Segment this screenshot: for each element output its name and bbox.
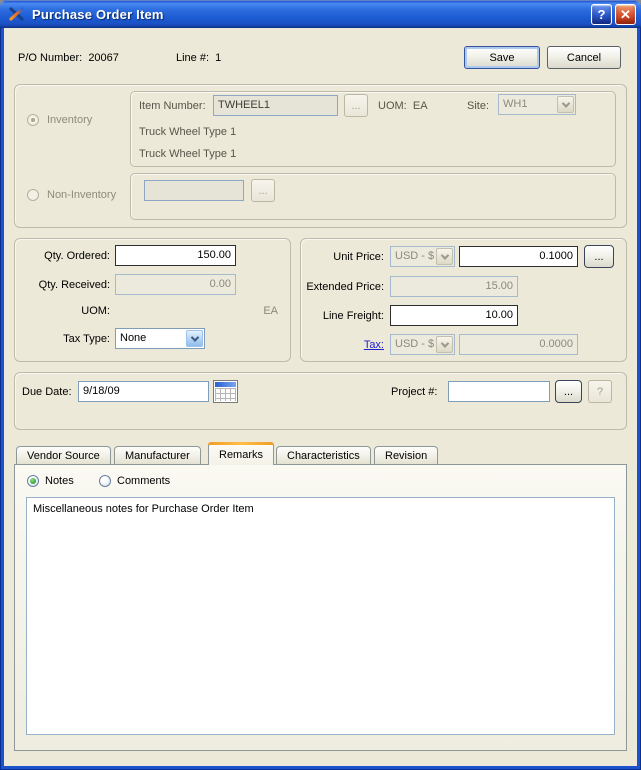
extended-price-field: 15.00 <box>390 276 518 297</box>
item-uom: UOM: EA <box>378 100 428 113</box>
tax-currency-drop <box>436 336 453 353</box>
price-list-button[interactable]: ... <box>584 245 614 268</box>
uom-label: UOM: <box>81 305 110 317</box>
chevron-down-icon <box>190 332 199 342</box>
qty-received-field: 0.00 <box>115 274 236 295</box>
tab-characteristics[interactable]: Characteristics <box>276 446 371 465</box>
po-number: P/O Number: 20067 <box>18 52 119 65</box>
due-date-field[interactable]: 9/18/09 <box>78 381 209 402</box>
project-browse-button[interactable]: ... <box>555 380 582 403</box>
po-number-value: 20067 <box>88 52 119 64</box>
calendar-icon[interactable] <box>213 380 238 403</box>
calendar-icon-grid <box>215 388 236 401</box>
due-date-label: Due Date: <box>22 386 72 398</box>
chevron-down-icon <box>561 98 570 108</box>
site-combo: WH1 <box>498 94 576 115</box>
project-field[interactable] <box>448 381 550 402</box>
item-browse-button: ... <box>344 94 368 117</box>
line-freight-label: Line Freight: <box>322 310 384 322</box>
cancel-button[interactable]: Cancel <box>547 46 621 69</box>
qty-received-label: Qty. Received: <box>38 279 110 291</box>
item-description-2: Truck Wheel Type 1 <box>139 148 237 160</box>
notes-radio-label: Notes <box>45 475 74 487</box>
item-uom-label: UOM: <box>378 100 407 112</box>
unit-price-label: Unit Price: <box>333 251 384 263</box>
non-inventory-radio <box>27 189 39 201</box>
notes-textarea[interactable]: Miscellaneous notes for Purchase Order I… <box>26 497 615 735</box>
tax-type-combo[interactable]: None <box>115 328 205 349</box>
qty-ordered-field[interactable]: 150.00 <box>115 245 236 266</box>
comments-radio-label: Comments <box>117 475 171 487</box>
comments-radio[interactable] <box>99 475 111 487</box>
calendar-icon-header <box>215 382 236 387</box>
project-help-button: ? <box>588 380 612 403</box>
window-close-button[interactable]: ✕ <box>615 3 636 25</box>
line-number-value: 1 <box>215 52 222 64</box>
tax-type-combo-value: None <box>120 332 147 344</box>
save-button[interactable]: Save <box>464 46 540 69</box>
uom-value: EA <box>263 305 278 317</box>
line-freight-field[interactable]: 10.00 <box>390 305 518 326</box>
extended-price-label: Extended Price: <box>306 281 384 293</box>
po-number-label: P/O Number: <box>18 52 83 64</box>
line-number: Line #: 1 <box>176 52 221 65</box>
window-title: Purchase Order Item <box>32 6 164 22</box>
tab-remarks[interactable]: Remarks <box>208 442 275 465</box>
line-number-label: Line #: <box>176 52 210 64</box>
tax-type-label: Tax Type: <box>63 333 110 345</box>
title-bar[interactable]: Purchase Order Item ? ✕ <box>0 0 641 28</box>
site-combo-drop <box>557 96 574 113</box>
item-number-field: TWHEEL1 <box>213 95 338 116</box>
project-label: Project #: <box>391 386 438 398</box>
app-logo-icon <box>9 7 24 21</box>
unit-price-currency-value: USD - $ <box>395 250 435 262</box>
tab-vendor-source[interactable]: Vendor Source <box>16 446 111 465</box>
non-inventory-radio-label: Non-Inventory <box>47 189 117 201</box>
tax-link-wrap: Tax: <box>296 339 384 352</box>
chevron-down-icon <box>440 250 449 260</box>
site-combo-value: WH1 <box>503 98 528 110</box>
tab-manufacturer[interactable]: Manufacturer <box>114 446 201 465</box>
tab-revision[interactable]: Revision <box>374 446 439 465</box>
item-number-label: Item Number: <box>139 100 206 112</box>
tax-type-combo-drop[interactable] <box>186 330 203 347</box>
site-label: Site: <box>467 100 490 112</box>
non-inventory-field <box>144 180 244 201</box>
item-description-1: Truck Wheel Type 1 <box>139 126 237 138</box>
notes-radio[interactable] <box>27 475 39 487</box>
unit-price-currency-combo: USD - $ <box>390 246 455 267</box>
qty-ordered-label: Qty. Ordered: <box>44 250 110 262</box>
purchase-order-item-dialog: Purchase Order Item ? ✕ P/O Number: 2006… <box>0 0 641 770</box>
chevron-down-icon <box>440 338 449 348</box>
tax-currency-value: USD - $ <box>395 338 435 350</box>
item-uom-value: EA <box>412 100 428 112</box>
unit-price-field[interactable]: 0.1000 <box>459 246 578 267</box>
non-inventory-browse-button: ... <box>251 179 275 202</box>
inventory-radio-label: Inventory <box>47 114 93 126</box>
inventory-radio <box>27 114 39 126</box>
window-help-button[interactable]: ? <box>591 3 612 25</box>
tax-link[interactable]: Tax: <box>364 339 384 351</box>
tax-amount-field: 0.0000 <box>459 334 578 355</box>
tax-currency-combo: USD - $ <box>390 334 455 355</box>
unit-price-currency-drop <box>436 248 453 265</box>
